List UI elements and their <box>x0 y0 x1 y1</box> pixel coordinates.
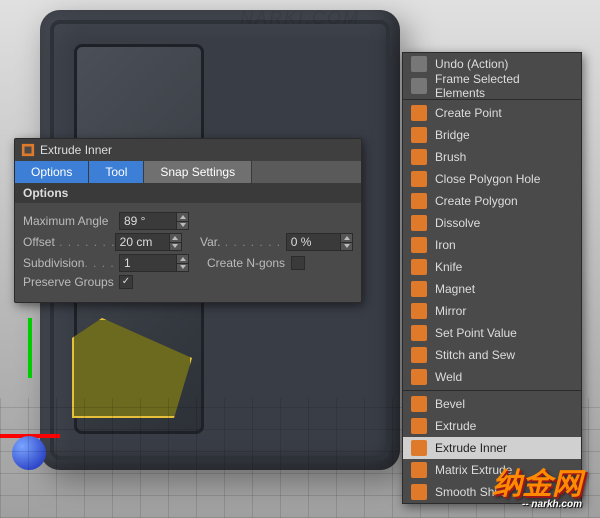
input-var[interactable]: 0 % <box>286 233 353 251</box>
extrude-inner-icon <box>21 143 35 157</box>
gizmo-y-axis[interactable] <box>28 318 32 378</box>
point-icon <box>411 105 427 121</box>
weld-icon <box>411 369 427 385</box>
menu-item-label: Bevel <box>435 397 465 411</box>
menu-item-label: Close Polygon Hole <box>435 172 540 186</box>
label-offset: Offset . . . . . . . . . <box>23 235 115 249</box>
input-max-angle[interactable]: 89 ° <box>119 212 189 230</box>
menu-item-label: Dissolve <box>435 216 480 230</box>
menu-item-label: Iron <box>435 238 456 252</box>
menu-item-knife[interactable]: Knife <box>403 256 581 278</box>
bevel-icon <box>411 396 427 412</box>
menu-item-bridge[interactable]: Bridge <box>403 124 581 146</box>
close-poly-icon <box>411 171 427 187</box>
iron-icon <box>411 237 427 253</box>
tool-panel-extrude-inner: Extrude Inner Options Tool Snap Settings… <box>14 138 362 303</box>
menu-item-label: Weld <box>435 370 462 384</box>
gizmo-x-axis[interactable] <box>0 434 60 438</box>
extrude-inner-icon <box>411 440 427 456</box>
menu-item-extrude-inner[interactable]: Extrude Inner <box>403 437 581 459</box>
matrix-extrude-icon <box>411 462 427 478</box>
menu-item-mirror[interactable]: Mirror <box>403 300 581 322</box>
create-poly-icon <box>411 193 427 209</box>
tab-snap-settings[interactable]: Snap Settings <box>144 161 252 183</box>
bridge-icon <box>411 127 427 143</box>
watermark: 纳金网 -- narkh.com <box>492 459 582 510</box>
label-create-ngons: Create N-gons <box>207 256 285 270</box>
knife-icon <box>411 259 427 275</box>
gizmo-origin[interactable] <box>12 436 46 470</box>
menu-item-magnet[interactable]: Magnet <box>403 278 581 300</box>
menu-item-label: Mirror <box>435 304 466 318</box>
menu-item-label: Brush <box>435 150 466 164</box>
selected-polygons[interactable] <box>72 318 192 418</box>
undo-icon <box>411 56 427 72</box>
menu-item-create-polygon[interactable]: Create Polygon <box>403 190 581 212</box>
dissolve-icon <box>411 215 427 231</box>
label-preserve-groups: Preserve Groups <box>23 275 119 289</box>
menu-item-frame-selected-elements[interactable]: Frame Selected Elements <box>403 75 581 97</box>
extrude-icon <box>411 418 427 434</box>
label-max-angle: Maximum Angle <box>23 214 119 228</box>
watermark-top: NARKI.COM <box>240 8 360 29</box>
panel-title: Extrude Inner <box>40 143 112 157</box>
input-offset[interactable]: 20 cm <box>115 233 182 251</box>
menu-item-label: Create Point <box>435 106 502 120</box>
menu-item-stitch-and-sew[interactable]: Stitch and Sew <box>403 344 581 366</box>
menu-item-dissolve[interactable]: Dissolve <box>403 212 581 234</box>
menu-separator <box>403 390 581 391</box>
menu-item-label: Magnet <box>435 282 475 296</box>
smooth-shift-icon <box>411 484 427 500</box>
menu-item-iron[interactable]: Iron <box>403 234 581 256</box>
menu-item-bevel[interactable]: Bevel <box>403 393 581 415</box>
menu-item-label: Knife <box>435 260 462 274</box>
menu-item-weld[interactable]: Weld <box>403 366 581 388</box>
panel-fields: Maximum Angle 89 ° Offset . . . . . . . … <box>15 203 361 302</box>
stitch-icon <box>411 347 427 363</box>
menu-item-label: Undo (Action) <box>435 57 508 71</box>
menu-item-brush[interactable]: Brush <box>403 146 581 168</box>
tab-tool[interactable]: Tool <box>89 161 144 183</box>
mirror-icon <box>411 303 427 319</box>
menu-item-label: Create Polygon <box>435 194 518 208</box>
tab-options[interactable]: Options <box>15 161 89 183</box>
panel-tabs: Options Tool Snap Settings <box>15 161 361 183</box>
context-menu: Undo (Action)Frame Selected Elements Crea… <box>402 52 582 504</box>
menu-item-label: Extrude Inner <box>435 441 507 455</box>
menu-item-extrude[interactable]: Extrude <box>403 415 581 437</box>
checkbox-preserve-groups[interactable] <box>119 275 133 289</box>
menu-item-set-point-value[interactable]: Set Point Value <box>403 322 581 344</box>
frame-icon <box>411 78 427 94</box>
checkbox-create-ngons[interactable] <box>291 256 305 270</box>
input-subdivision[interactable]: 1 <box>119 254 189 272</box>
menu-item-label: Set Point Value <box>435 326 517 340</box>
set-point-icon <box>411 325 427 341</box>
menu-item-label: Stitch and Sew <box>435 348 515 362</box>
menu-item-close-polygon-hole[interactable]: Close Polygon Hole <box>403 168 581 190</box>
brush-icon <box>411 149 427 165</box>
magnet-icon <box>411 281 427 297</box>
menu-item-label: Extrude <box>435 419 476 433</box>
panel-titlebar[interactable]: Extrude Inner <box>15 139 361 161</box>
menu-item-create-point[interactable]: Create Point <box>403 102 581 124</box>
menu-item-label: Bridge <box>435 128 470 142</box>
label-var: Var. . . . . . . . . <box>200 235 286 249</box>
section-header-options: Options <box>15 183 361 203</box>
menu-item-label: Frame Selected Elements <box>435 72 573 100</box>
label-subdivision: Subdivision. . . . <box>23 256 119 270</box>
